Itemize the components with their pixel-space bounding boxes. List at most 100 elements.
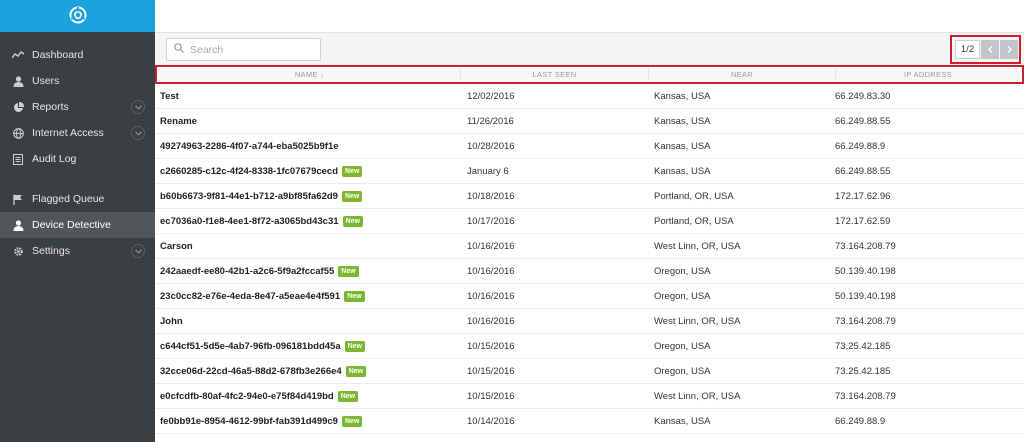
device-name: 32cce06d-22cd-46a5-88d2-678fb3e266e4 <box>160 365 342 377</box>
device-name-cell[interactable]: 32cce06d-22cd-46a5-88d2-678fb3e266e4 New <box>155 365 467 377</box>
sidebar-item-device-detective[interactable]: Device Detective <box>0 212 155 238</box>
device-table-body: Test 12/02/2016 Kansas, USA 66.249.83.30 Ren… <box>155 84 1024 434</box>
search-box[interactable] <box>166 38 321 61</box>
table-row[interactable]: 242aaedf-ee80-42b1-a2c6-5f9a2fccaf55 New 1… <box>155 259 1024 284</box>
new-badge: New <box>338 265 359 277</box>
sidebar-item-flagged-queue[interactable]: Flagged Queue <box>0 186 155 212</box>
ip-address-cell: 73.164.208.79 <box>835 315 896 327</box>
column-header-near[interactable]: NEAR <box>649 68 836 81</box>
device-name: 49274963-2286-4f07-a744-eba5025b9f1e <box>160 140 339 152</box>
sidebar-item-internet-access[interactable]: Internet Access <box>0 120 155 146</box>
ip-address-cell: 172.17.62.96 <box>835 190 891 202</box>
ip-address-cell: 66.249.83.30 <box>835 90 891 102</box>
device-name: 23c0cc82-e76e-4eda-8e47-a5eae4e4f591 <box>160 290 341 302</box>
table-row[interactable]: c2660285-c12c-4f24-8338-1fc07679cecd New J… <box>155 159 1024 184</box>
chevron-down-icon[interactable] <box>131 126 145 140</box>
sidebar-item-users[interactable]: Users <box>0 68 155 94</box>
device-name: c2660285-c12c-4f24-8338-1fc07679cecd <box>160 165 339 177</box>
sidebar-item-reports[interactable]: Reports <box>0 94 155 120</box>
device-name-cell[interactable]: Test <box>155 91 467 102</box>
near-cell: West Linn, OR, USA <box>654 315 741 327</box>
device-name: c644cf51-5d5e-4ab7-96fb-096181bdd45a <box>160 340 341 352</box>
ip-address-cell: 66.249.88.9 <box>835 415 886 427</box>
chevron-down-icon[interactable] <box>131 244 145 258</box>
pager-highlight: 1/2 <box>950 35 1021 64</box>
last-seen-cell: 10/18/2016 <box>467 190 515 202</box>
near-cell: Kansas, USA <box>654 415 711 427</box>
table-row[interactable]: Rename 11/26/2016 Kansas, USA 66.249.88.55 <box>155 109 1024 134</box>
nav-divider <box>0 172 155 186</box>
table-row[interactable]: Carson 10/16/2016 West Linn, OR, USA 73.164… <box>155 234 1024 259</box>
near-cell: Oregon, USA <box>654 265 711 277</box>
ip-address-cell: 50.139.40.198 <box>835 265 896 277</box>
last-seen-cell: 10/16/2016 <box>467 290 515 302</box>
sidebar: Dashboard Users Reports Internet Access … <box>0 0 155 442</box>
new-badge: New <box>342 215 363 227</box>
table-row[interactable]: John 10/16/2016 West Linn, OR, USA 73.164.2… <box>155 309 1024 334</box>
device-name-cell[interactable]: 49274963-2286-4f07-a744-eba5025b9f1e <box>155 141 467 152</box>
last-seen-cell: 10/15/2016 <box>467 340 515 352</box>
chevron-left-icon <box>987 44 993 56</box>
device-name-cell[interactable]: e0cfcdfb-80af-4fc2-94e0-e75f84d419bd New <box>155 390 467 402</box>
main-content: 1/2 NAME ↓ LAST SEEN <box>155 0 1024 442</box>
ip-address-cell: 66.249.88.9 <box>835 140 886 152</box>
sidebar-item-dashboard[interactable]: Dashboard <box>0 42 155 68</box>
column-header-name[interactable]: NAME ↓ <box>159 68 461 81</box>
device-name-cell[interactable]: fe0bb91e-8954-4612-99bf-fab391d499c9 New <box>155 415 467 427</box>
last-seen-cell: 10/15/2016 <box>467 390 515 402</box>
ip-address-cell: 172.17.62.59 <box>835 215 891 227</box>
table-row[interactable]: c644cf51-5d5e-4ab7-96fb-096181bdd45a New 1… <box>155 334 1024 359</box>
ip-address-cell: 50.139.40.198 <box>835 290 896 302</box>
table-row[interactable]: Test 12/02/2016 Kansas, USA 66.249.83.30 <box>155 84 1024 109</box>
app-window: Dashboard Users Reports Internet Access … <box>0 0 1024 442</box>
sidebar-item-label: Users <box>32 75 60 87</box>
sidebar-item-label: Reports <box>32 101 69 113</box>
table-row[interactable]: e0cfcdfb-80af-4fc2-94e0-e75f84d419bd New 1… <box>155 384 1024 409</box>
gear-icon <box>12 245 24 257</box>
near-cell: Oregon, USA <box>654 365 711 377</box>
device-name-cell[interactable]: ec7036a0-f1e8-4ee1-8f72-a3065bd43c31 New <box>155 215 467 227</box>
device-name-cell[interactable]: c644cf51-5d5e-4ab7-96fb-096181bdd45a New <box>155 340 467 352</box>
sidebar-item-settings[interactable]: Settings <box>0 238 155 264</box>
device-name-cell[interactable]: 242aaedf-ee80-42b1-a2c6-5f9a2fccaf55 New <box>155 265 467 277</box>
device-name-cell[interactable]: Rename <box>155 116 467 127</box>
sidebar-item-audit-log[interactable]: Audit Log <box>0 146 155 172</box>
last-seen-cell: 12/02/2016 <box>467 90 515 102</box>
near-cell: Kansas, USA <box>654 140 711 152</box>
table-header-highlight: NAME ↓ LAST SEEN NEAR IP ADDRESS <box>155 65 1024 84</box>
search-input[interactable] <box>190 43 310 56</box>
table-row[interactable]: fe0bb91e-8954-4612-99bf-fab391d499c9 New 1… <box>155 409 1024 434</box>
near-cell: West Linn, OR, USA <box>654 240 741 252</box>
column-header-ip-address[interactable]: IP ADDRESS <box>836 68 1020 81</box>
chart-line-icon <box>12 49 24 61</box>
last-seen-cell: 10/14/2016 <box>467 415 515 427</box>
last-seen-cell: 10/16/2016 <box>467 265 515 277</box>
ip-address-cell: 73.25.42.185 <box>835 365 891 377</box>
device-name-cell[interactable]: c2660285-c12c-4f24-8338-1fc07679cecd New <box>155 165 467 177</box>
device-name-cell[interactable]: 23c0cc82-e76e-4eda-8e47-a5eae4e4f591 New <box>155 290 467 302</box>
table-row[interactable]: 32cce06d-22cd-46a5-88d2-678fb3e266e4 New 1… <box>155 359 1024 384</box>
table-row[interactable]: 23c0cc82-e76e-4eda-8e47-a5eae4e4f591 New 1… <box>155 284 1024 309</box>
pagination: 1/2 <box>955 40 1018 59</box>
table-row[interactable]: b60b6673-9f81-44e1-b712-a9bf85fa62d9 New 1… <box>155 184 1024 209</box>
next-page-button[interactable] <box>1000 40 1018 59</box>
ip-address-cell: 73.164.208.79 <box>835 390 896 402</box>
table-toolbar: 1/2 <box>155 32 1024 65</box>
device-name-cell[interactable]: b60b6673-9f81-44e1-b712-a9bf85fa62d9 New <box>155 190 467 202</box>
chevron-down-icon[interactable] <box>131 100 145 114</box>
near-cell: Portland, OR, USA <box>654 190 734 202</box>
table-row[interactable]: 49274963-2286-4f07-a744-eba5025b9f1e 10/2… <box>155 134 1024 159</box>
last-seen-cell: 10/15/2016 <box>467 365 515 377</box>
lifebuoy-logo-icon[interactable] <box>68 5 88 28</box>
table-row[interactable]: ec7036a0-f1e8-4ee1-8f72-a3065bd43c31 New 1… <box>155 209 1024 234</box>
device-name-cell[interactable]: John <box>155 316 467 327</box>
near-cell: Portland, OR, USA <box>654 215 734 227</box>
device-name-cell[interactable]: Carson <box>155 241 467 252</box>
last-seen-cell: January 6 <box>467 165 509 177</box>
last-seen-cell: 10/16/2016 <box>467 240 515 252</box>
prev-page-button[interactable] <box>981 40 999 59</box>
new-badge: New <box>342 165 363 177</box>
pie-chart-icon <box>12 101 24 113</box>
column-header-last-seen[interactable]: LAST SEEN <box>461 68 649 81</box>
near-cell: West Linn, OR, USA <box>654 390 741 402</box>
